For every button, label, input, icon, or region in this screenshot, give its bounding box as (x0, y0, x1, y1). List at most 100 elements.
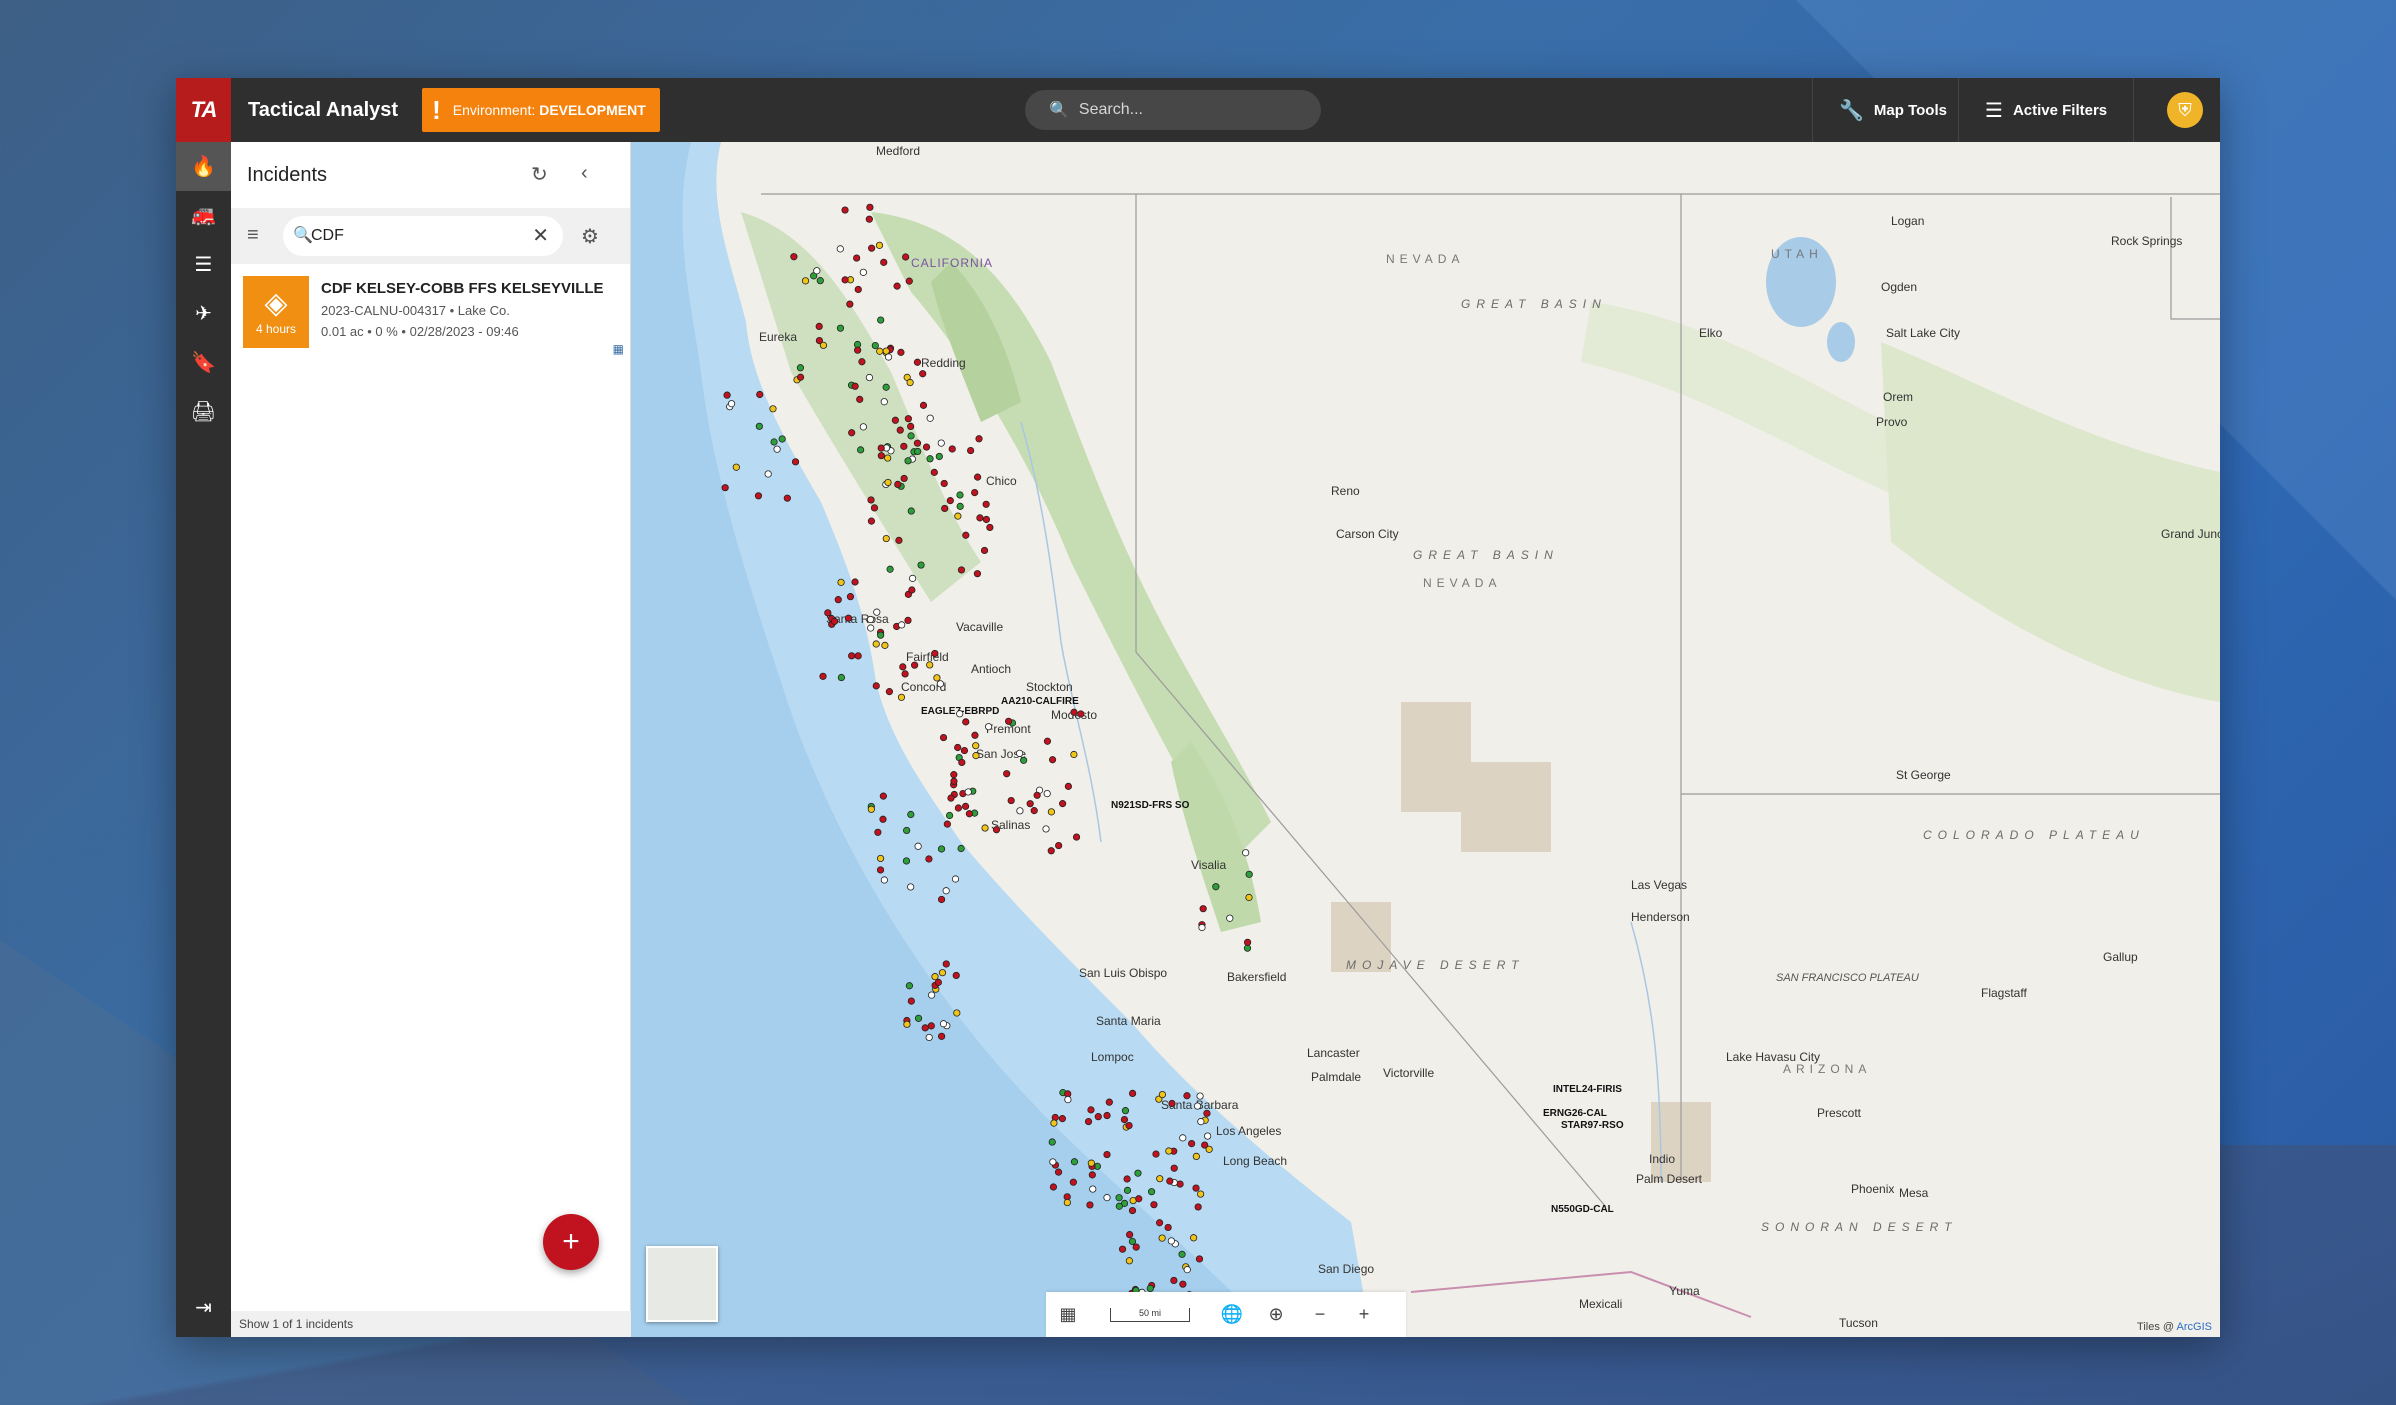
incident-marker[interactable] (723, 391, 731, 399)
incident-marker[interactable] (925, 1033, 933, 1042)
incident-marker[interactable] (931, 649, 939, 658)
incident-marker[interactable] (1043, 737, 1052, 745)
incident-marker[interactable] (942, 960, 950, 968)
incident-marker[interactable] (1195, 1255, 1204, 1263)
incident-marker[interactable] (859, 268, 867, 276)
incident-marker[interactable] (1043, 789, 1051, 798)
incident-marker[interactable] (908, 586, 916, 594)
incident-marker[interactable] (896, 426, 904, 434)
incident-marker[interactable] (1196, 1092, 1204, 1100)
incident-marker[interactable] (841, 276, 849, 284)
incident-marker[interactable] (875, 241, 884, 249)
incident-marker[interactable] (903, 826, 911, 835)
incident-marker[interactable] (857, 446, 865, 454)
incident-marker[interactable] (1063, 1198, 1071, 1207)
incident-marker[interactable] (1134, 1169, 1142, 1177)
incident-marker[interactable] (1064, 1095, 1072, 1104)
incident-marker[interactable] (880, 398, 888, 406)
incident-marker[interactable] (906, 378, 914, 387)
incident-marker[interactable] (914, 447, 922, 456)
incident-marker[interactable] (837, 578, 845, 586)
incident-marker[interactable] (1164, 1223, 1172, 1232)
incident-marker[interactable] (1183, 1266, 1191, 1274)
incident-marker[interactable] (813, 267, 821, 275)
incident-marker[interactable] (981, 824, 989, 832)
incident-marker[interactable] (898, 621, 906, 629)
incident-marker[interactable] (907, 997, 915, 1005)
incident-marker[interactable] (1007, 796, 1015, 805)
incident-marker[interactable] (909, 574, 917, 582)
incident-marker[interactable] (980, 546, 989, 555)
incident-marker[interactable] (858, 358, 866, 366)
incident-list-item[interactable]: ◈ 4 hours CDF KELSEY-COBB FFS KELSEYVILL… (231, 264, 630, 356)
incident-marker[interactable] (1103, 1111, 1111, 1120)
incident-marker[interactable] (1179, 1280, 1187, 1288)
incident-marker[interactable] (992, 826, 1001, 834)
incident-marker[interactable] (882, 534, 890, 543)
incident-marker[interactable] (1033, 791, 1041, 799)
zoom-out-icon[interactable]: − (1298, 1304, 1342, 1325)
incident-marker[interactable] (854, 285, 862, 294)
incident-marker[interactable] (1042, 825, 1050, 833)
incident-marker[interactable] (926, 455, 934, 463)
incident-marker[interactable] (1193, 1102, 1202, 1110)
incident-marker[interactable] (942, 887, 950, 895)
incident-marker[interactable] (907, 507, 915, 515)
incident-marker[interactable] (1103, 1150, 1111, 1159)
incident-marker[interactable] (914, 1014, 923, 1022)
incident-marker[interactable] (1166, 1177, 1174, 1185)
globe-icon[interactable]: 🌐 (1210, 1304, 1254, 1325)
incident-marker[interactable] (905, 277, 913, 285)
sort-icon[interactable]: ≡ (247, 224, 259, 247)
incident-marker[interactable] (956, 710, 964, 718)
incident-marker[interactable] (907, 883, 915, 891)
incident-marker[interactable] (846, 300, 854, 308)
incident-marker[interactable] (895, 536, 903, 544)
incident-marker[interactable] (732, 463, 740, 471)
incident-marker[interactable] (877, 316, 885, 324)
incident-marker[interactable] (958, 758, 966, 767)
incident-marker[interactable] (801, 277, 810, 285)
incident-marker[interactable] (1128, 1206, 1137, 1215)
incident-marker[interactable] (964, 788, 972, 796)
incident-marker[interactable] (1047, 847, 1055, 855)
incident-marker[interactable] (1115, 1194, 1123, 1202)
incident-marker[interactable] (947, 794, 955, 802)
incident-marker[interactable] (877, 452, 885, 460)
incident-marker[interactable] (871, 341, 879, 350)
incident-marker[interactable] (865, 215, 873, 223)
incident-marker[interactable] (886, 565, 894, 573)
incident-marker[interactable] (1132, 1243, 1140, 1251)
incident-marker[interactable] (901, 670, 909, 678)
incident-marker[interactable] (982, 500, 990, 508)
user-shield-icon[interactable]: ⛨ (2167, 92, 2203, 128)
incident-marker[interactable] (1212, 883, 1220, 891)
incident-marker[interactable] (1049, 1158, 1057, 1166)
incident-marker[interactable] (755, 422, 763, 430)
incident-marker[interactable] (954, 804, 962, 812)
incident-marker[interactable] (1049, 1183, 1058, 1191)
incident-marker[interactable] (1226, 914, 1234, 922)
incident-marker[interactable] (984, 723, 993, 731)
incident-marker[interactable] (1152, 1150, 1160, 1158)
incident-marker[interactable] (973, 570, 982, 578)
incident-marker[interactable] (1147, 1188, 1156, 1196)
incident-marker[interactable] (837, 673, 846, 682)
incident-marker[interactable] (1123, 1186, 1132, 1194)
incident-marker[interactable] (1125, 1257, 1133, 1265)
incident-marker[interactable] (894, 480, 902, 489)
incident-marker[interactable] (956, 502, 964, 510)
incident-marker[interactable] (1115, 1202, 1123, 1210)
incident-marker[interactable] (1204, 1132, 1212, 1140)
incident-marker[interactable] (950, 771, 958, 779)
incident-marker[interactable] (1203, 1109, 1211, 1117)
incident-marker[interactable] (926, 414, 934, 422)
incident-marker[interactable] (796, 373, 805, 381)
incident-marker[interactable] (967, 446, 975, 455)
incident-marker[interactable] (935, 452, 943, 461)
incident-marker[interactable] (1120, 1115, 1129, 1124)
incident-marker[interactable] (926, 661, 934, 669)
incident-marker[interactable] (866, 615, 875, 624)
incident-marker[interactable] (1194, 1203, 1202, 1211)
incident-marker[interactable] (1069, 1178, 1077, 1186)
